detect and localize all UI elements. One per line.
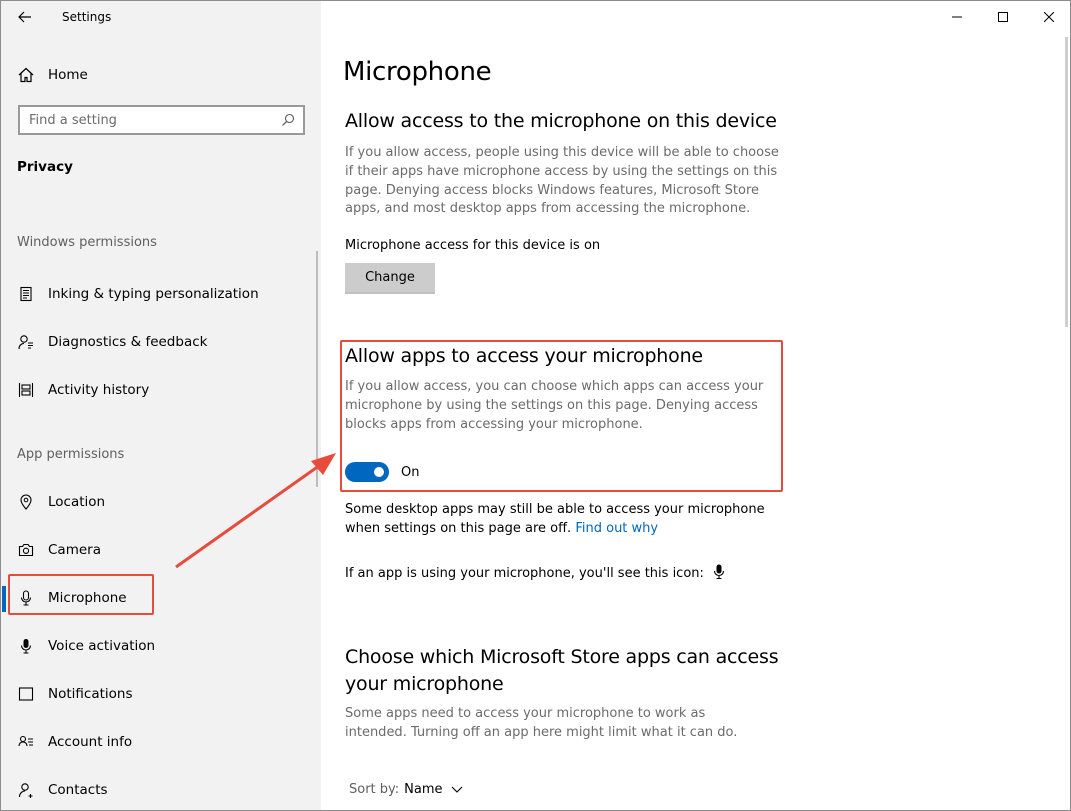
back-arrow-icon (18, 11, 31, 23)
sidebar-item-label: Location (48, 494, 106, 510)
window-controls (934, 1, 1070, 33)
nav-home[interactable]: Home (17, 63, 88, 87)
sidebar-item-label: Diagnostics & feedback (48, 334, 208, 350)
section-title-privacy: Privacy (17, 159, 73, 175)
desktop-apps-note: Some desktop apps may still be able to a… (345, 501, 790, 539)
minimize-button[interactable] (934, 1, 980, 33)
apps-access-heading: Allow apps to access your microphone (345, 345, 703, 367)
microphone-in-use-icon (713, 564, 725, 580)
account-info-icon (18, 735, 33, 747)
inking-icon (20, 286, 32, 302)
store-apps-heading: Choose which Microsoft Store apps can ac… (345, 644, 779, 698)
store-apps-description: Some apps need to access your microphone… (345, 706, 738, 740)
home-icon (18, 67, 34, 83)
sidebar-item-contacts[interactable]: Contacts (17, 776, 307, 804)
device-access-description: If you allow access, people using this d… (345, 145, 779, 217)
device-access-status: Microphone access for this device is on (345, 238, 601, 253)
store-apps-heading-line2: your microphone (345, 673, 504, 695)
icon-note: If an app is using your microphone, you'… (345, 564, 725, 581)
device-access-heading: Allow access to the microphone on this d… (345, 110, 777, 132)
minimize-icon (952, 16, 962, 18)
desktop-apps-note-text: Some desktop apps may still be able to a… (345, 502, 765, 536)
apps-access-toggle[interactable] (345, 462, 389, 482)
sidebar: Settings Home Privacy Windows permission… (1, 1, 321, 810)
sidebar-scrollbar[interactable] (316, 251, 318, 487)
sidebar-item-activity-history[interactable]: Activity history (17, 376, 307, 404)
notifications-icon (18, 687, 34, 701)
group-label-app-permissions: App permissions (17, 447, 125, 462)
sidebar-item-account-info[interactable]: Account info (17, 728, 307, 756)
sidebar-item-label: Voice activation (48, 638, 156, 654)
store-apps-heading-line1: Choose which Microsoft Store apps can ac… (345, 646, 779, 668)
close-button[interactable] (1026, 1, 1070, 33)
sort-label: Sort by: (349, 782, 400, 797)
sidebar-item-label: Inking & typing personalization (48, 286, 259, 302)
sidebar-item-voice-activation[interactable]: Voice activation (17, 632, 307, 660)
group-label-windows-permissions: Windows permissions (17, 235, 157, 250)
title-bar: Settings (1, 1, 321, 35)
sidebar-item-camera[interactable]: Camera (17, 536, 307, 564)
change-button[interactable]: Change (345, 263, 435, 294)
app-title: Settings (62, 10, 112, 24)
toggle-state-label: On (401, 465, 420, 480)
maximize-icon (998, 12, 1008, 22)
close-icon (1044, 12, 1054, 22)
sidebar-item-label: Account info (48, 734, 133, 750)
main-scrollbar[interactable] (1065, 37, 1068, 327)
sidebar-item-label: Contacts (48, 782, 108, 798)
activity-history-icon (18, 383, 34, 397)
find-out-why-link[interactable]: Find out why (575, 521, 658, 536)
sort-value: Name (404, 782, 443, 797)
sidebar-item-label: Camera (48, 542, 101, 558)
settings-window: Settings Home Privacy Windows permission… (0, 0, 1071, 811)
sidebar-item-notifications[interactable]: Notifications (17, 680, 307, 708)
nav-home-label: Home (48, 67, 88, 83)
location-icon (20, 494, 32, 510)
main-content: Microphone Allow access to the microphon… (321, 1, 1070, 810)
toggle-knob (374, 467, 384, 477)
sidebar-item-diagnostics[interactable]: Diagnostics & feedback (17, 328, 307, 356)
page-title: Microphone (343, 57, 492, 87)
search-icon[interactable] (281, 113, 295, 127)
annotation-highlight-microphone (8, 574, 154, 615)
sidebar-item-location[interactable]: Location (17, 488, 307, 516)
icon-note-text: If an app is using your microphone, you'… (345, 566, 704, 581)
sidebar-item-label: Notifications (48, 686, 133, 702)
camera-icon (18, 543, 34, 557)
sidebar-item-label: Activity history (48, 382, 150, 398)
sidebar-item-inking-typing[interactable]: Inking & typing personalization (17, 280, 307, 308)
chevron-down-icon (451, 786, 462, 793)
voice-activation-icon (20, 639, 32, 654)
contacts-icon (18, 783, 33, 798)
sort-dropdown[interactable]: Sort by: Name (349, 782, 463, 797)
maximize-button[interactable] (980, 1, 1026, 33)
apps-access-description: If you allow access, you can choose whic… (345, 379, 764, 432)
search-input[interactable] (29, 112, 269, 128)
diagnostics-icon (18, 335, 33, 350)
back-button[interactable] (13, 5, 37, 29)
search-box[interactable] (18, 105, 305, 135)
selected-indicator (2, 586, 6, 612)
